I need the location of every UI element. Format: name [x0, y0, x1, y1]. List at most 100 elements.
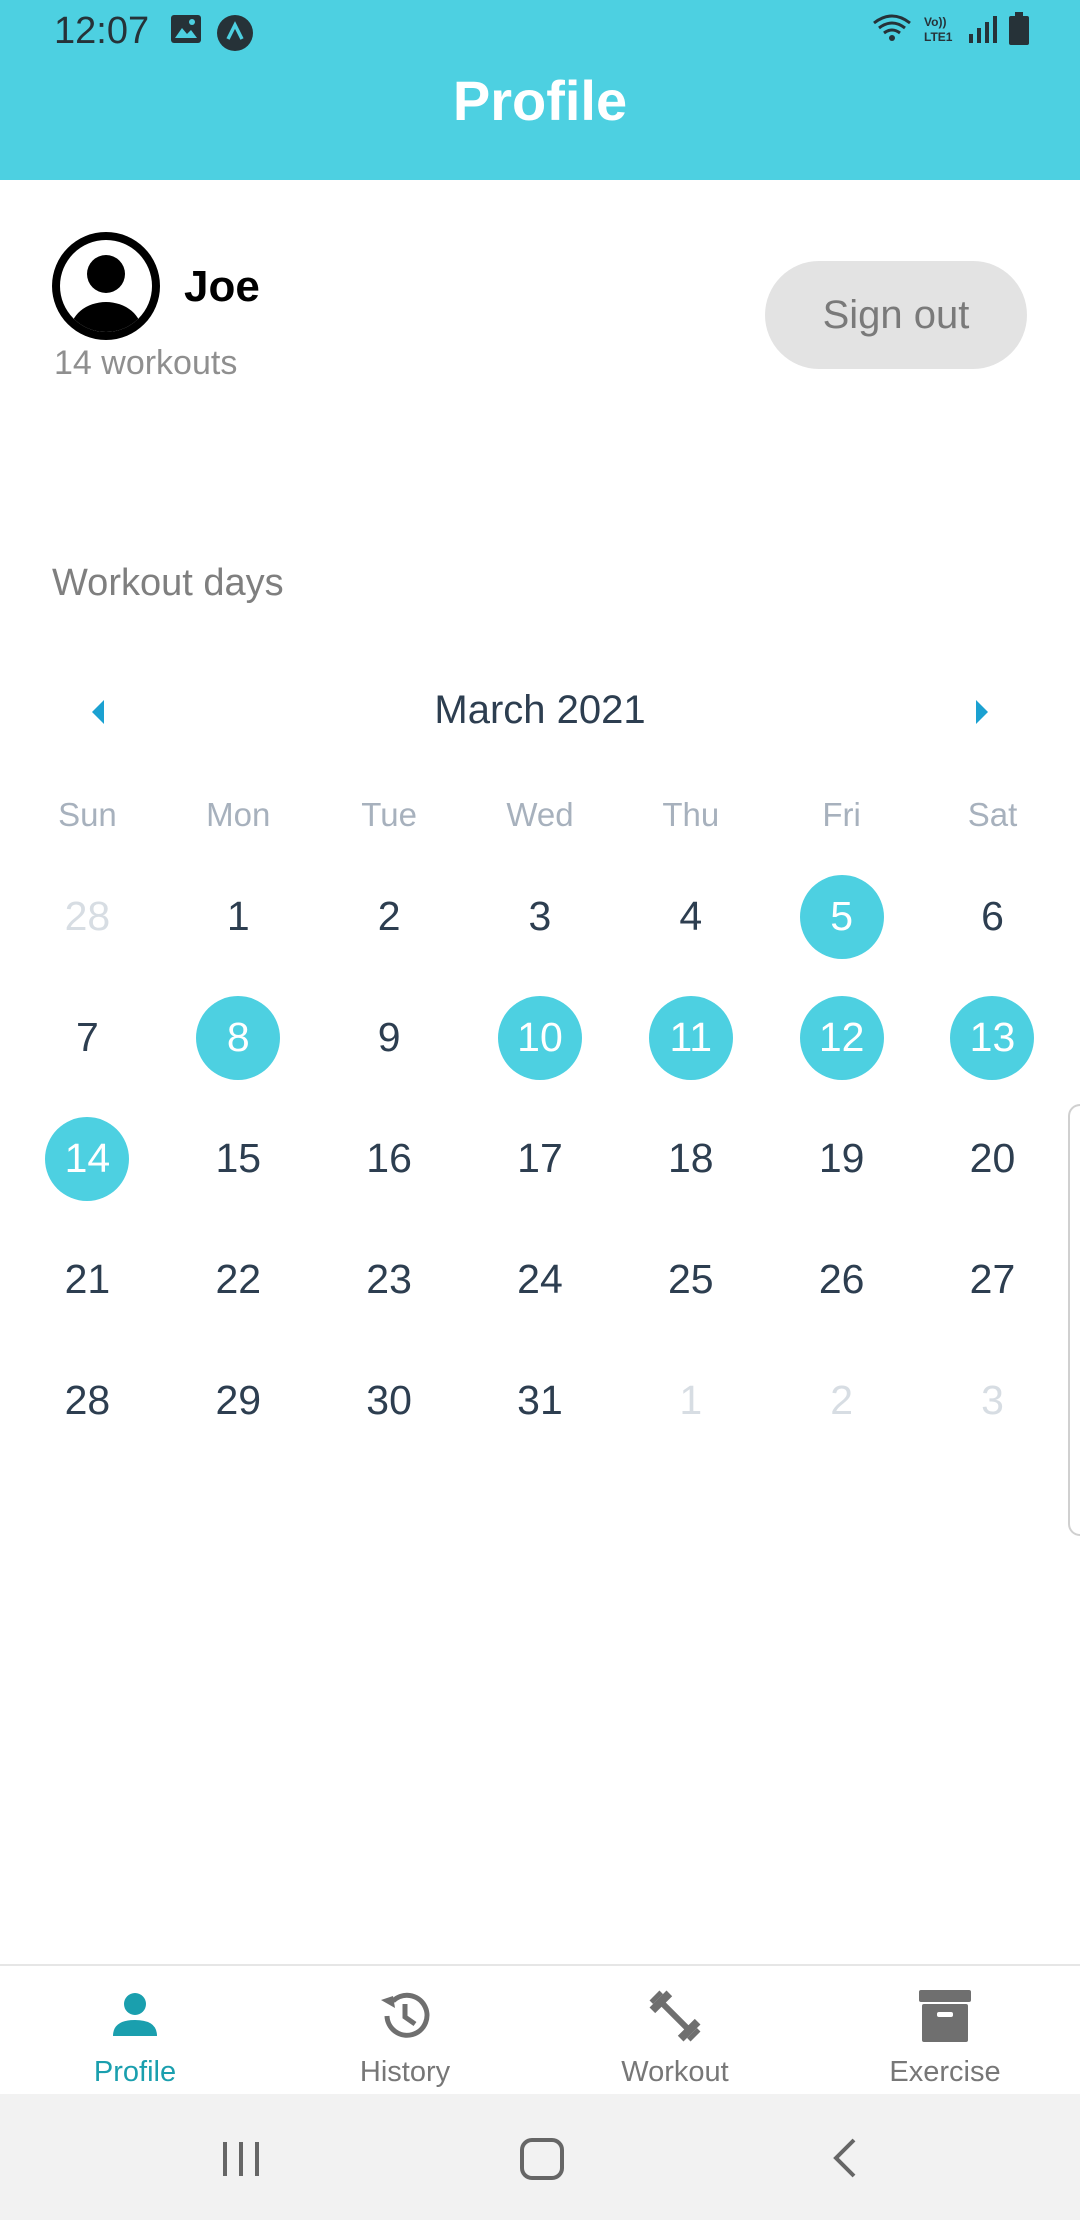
day-number: 4 — [679, 893, 703, 939]
workout-day-marker: 5 — [799, 874, 884, 959]
calendar-day[interactable]: 1 — [163, 856, 314, 977]
calendar-day[interactable]: 2 — [314, 856, 465, 977]
chevron-right-icon[interactable] — [964, 692, 1000, 732]
battery-icon — [1008, 12, 1030, 51]
signal-icon — [968, 14, 998, 49]
day-number: 27 — [969, 1256, 1016, 1302]
day-number: 24 — [517, 1256, 563, 1302]
calendar-day[interactable]: 28 — [12, 856, 163, 977]
calendar-day[interactable]: 24 — [465, 1219, 616, 1340]
day-number: 6 — [981, 893, 1004, 939]
calendar-month-label: March 2021 — [434, 688, 646, 732]
day-number: 3 — [981, 1377, 1004, 1423]
status-icons-right: Vo)) LTE1 — [872, 12, 1030, 51]
nav-item-history[interactable]: History — [270, 1966, 540, 2096]
calendar-day[interactable]: 30 — [314, 1340, 465, 1461]
calendar-day[interactable]: 23 — [314, 1219, 465, 1340]
svg-text:LTE1: LTE1 — [924, 30, 953, 44]
day-number: 2 — [830, 1377, 854, 1423]
day-number: 16 — [366, 1135, 412, 1181]
calendar-day[interactable]: 19 — [766, 1098, 917, 1219]
status-bar: 12:07 Vo)) LTE1 — [0, 0, 1080, 64]
calendar-day[interactable]: 5 — [766, 856, 917, 977]
calendar-day[interactable]: 14 — [12, 1098, 163, 1219]
day-number: 1 — [679, 1377, 703, 1423]
dumbbell-icon — [643, 1984, 707, 2048]
calendar-day[interactable]: 25 — [615, 1219, 766, 1340]
image-icon — [170, 14, 202, 57]
calendar-day[interactable]: 4 — [615, 856, 766, 977]
navigation-app-icon — [216, 14, 254, 57]
day-number: 9 — [377, 1014, 401, 1060]
workout-day-marker: 10 — [497, 995, 582, 1080]
day-number: 2 — [377, 893, 401, 939]
wifi-icon — [872, 13, 912, 50]
calendar-day[interactable]: 6 — [917, 856, 1068, 977]
nav-item-exercise[interactable]: Exercise — [810, 1966, 1080, 2096]
calendar-day[interactable]: 1 — [615, 1340, 766, 1461]
status-time: 12:07 — [54, 10, 150, 52]
weekday-label: Sun — [58, 796, 117, 833]
bottom-navigation: Profile History Workout Exercise — [0, 1964, 1080, 2096]
sign-out-button[interactable]: Sign out — [765, 261, 1027, 369]
calendar-day[interactable]: 26 — [766, 1219, 917, 1340]
recent-apps-icon[interactable] — [211, 2128, 271, 2188]
calendar-day[interactable]: 27 — [917, 1219, 1068, 1340]
calendar-day[interactable]: 22 — [163, 1219, 314, 1340]
nav-label: History — [359, 2056, 451, 2088]
workout-days-label: Workout days — [52, 562, 284, 604]
edge-panel-handle[interactable] — [1068, 1104, 1080, 1536]
nav-item-profile[interactable]: Profile — [0, 1966, 270, 2096]
day-number: 31 — [517, 1377, 563, 1423]
svg-text:Vo)): Vo)) — [924, 15, 946, 29]
calendar-day[interactable]: 11 — [615, 977, 766, 1098]
weekday-label: Fri — [822, 796, 861, 833]
home-icon[interactable] — [512, 2128, 572, 2188]
day-number: 22 — [215, 1256, 262, 1302]
status-icons-left — [170, 14, 254, 57]
day-number: 30 — [366, 1377, 412, 1423]
calendar-day[interactable]: 12 — [766, 977, 917, 1098]
calendar-day[interactable]: 13 — [917, 977, 1068, 1098]
calendar-day[interactable]: 20 — [917, 1098, 1068, 1219]
nav-item-workout[interactable]: Workout — [540, 1966, 810, 2096]
weekday-label: Thu — [662, 796, 720, 833]
calendar-day[interactable]: 10 — [465, 977, 616, 1098]
day-number: 26 — [818, 1256, 865, 1302]
calendar-day[interactable]: 16 — [314, 1098, 465, 1219]
back-icon[interactable] — [816, 2128, 876, 2188]
day-number: 28 — [64, 893, 111, 939]
nav-label: Profile — [93, 2056, 177, 2088]
day-number: 7 — [76, 1014, 99, 1060]
calendar-day[interactable]: 9 — [314, 977, 465, 1098]
page-title: Profile — [452, 69, 628, 132]
calendar-day[interactable]: 21 — [12, 1219, 163, 1340]
weekday-label: Sat — [967, 796, 1018, 833]
day-number: 1 — [226, 893, 250, 939]
calendar-day[interactable]: 8 — [163, 977, 314, 1098]
calendar-day[interactable]: 3 — [917, 1340, 1068, 1461]
calendar-day[interactable]: 18 — [615, 1098, 766, 1219]
calendar-day[interactable]: 31 — [465, 1340, 616, 1461]
app-header: 12:07 Vo)) LTE1 Profile — [0, 0, 1080, 180]
calendar-day[interactable]: 29 — [163, 1340, 314, 1461]
calendar-day[interactable]: 28 — [12, 1340, 163, 1461]
calendar-day[interactable]: 3 — [465, 856, 616, 977]
day-number: 18 — [667, 1135, 714, 1181]
workout-day-marker: 11 — [648, 995, 733, 1080]
weekday-label: Wed — [506, 796, 574, 833]
workout-day-marker: 12 — [799, 995, 884, 1080]
workout-count: 14 workouts — [54, 344, 238, 382]
calendar-day[interactable]: 15 — [163, 1098, 314, 1219]
history-icon — [373, 1984, 437, 2048]
calendar-day[interactable]: 17 — [465, 1098, 616, 1219]
day-number: 23 — [366, 1256, 412, 1302]
person-icon — [103, 1984, 167, 2048]
calendar-day[interactable]: 7 — [12, 977, 163, 1098]
user-name: Joe — [184, 262, 260, 311]
calendar-days-grid: 28 1 2 3 4 5 6 7 8 9 10 11 12 13 14 15 16 17 18 19 20 21 22 23 2… — [12, 856, 1068, 1461]
day-number: 21 — [64, 1256, 111, 1302]
weekday-label: Tue — [361, 796, 417, 833]
nav-label: Workout — [621, 2056, 729, 2088]
calendar-day[interactable]: 2 — [766, 1340, 917, 1461]
